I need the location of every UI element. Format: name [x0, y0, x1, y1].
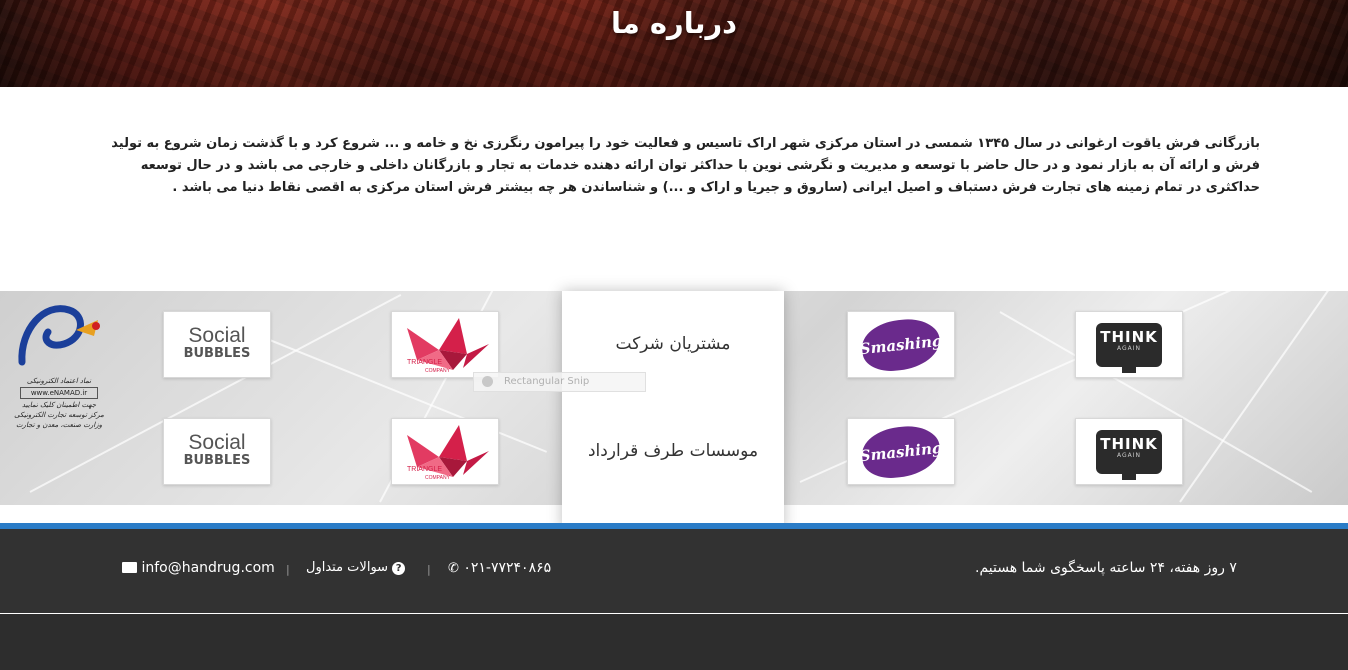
enamad-line1: نماد اعتماد الکترونیکی	[26, 377, 92, 385]
logo-triangle-2[interactable]: TRIANGLE COMPANY	[391, 418, 499, 485]
footer-bottom	[0, 614, 1348, 670]
logo-triangle-1[interactable]: TRIANGLE COMPANY	[391, 311, 499, 378]
again-word: AGAIN	[1116, 344, 1141, 352]
snip-label: Rectangular Snip	[504, 376, 590, 387]
partners-center-panel: مشتریان شرکت موسسات طرف قرارداد	[562, 291, 784, 531]
page-title: درباره ما	[610, 6, 738, 40]
logo-social-bubbles-2[interactable]: Social BUBBLES	[163, 418, 271, 485]
header-banner: درباره ما	[0, 0, 1348, 87]
contractors-heading: موسسات طرف قرارداد	[587, 441, 759, 461]
faq-link[interactable]: ? سوالات متداول	[306, 560, 406, 575]
logo-smashing-2[interactable]: Smashing	[847, 418, 955, 485]
email-link[interactable]: info@handrug.com	[122, 560, 275, 576]
logo-social-bubbles-1[interactable]: Social BUBBLES	[163, 311, 271, 378]
smashing-word: Smashing	[858, 438, 944, 465]
enamad-line2: جهت اطمینان کلیک نمایید	[21, 401, 97, 409]
company-word: COMPANY	[425, 475, 451, 481]
triangle-word: TRIANGLE	[407, 359, 442, 366]
enamad-line4: وزارت صنعت، معدن و تجارت	[15, 421, 103, 429]
footer-contact-bar: ۷ روز هفته، ۲۴ ساعته پاسخگوی شما هستیم. …	[0, 529, 1348, 613]
phone-number: ۰۲۱-۷۷۲۴۰۸۶۵	[463, 560, 552, 576]
company-word: COMPANY	[425, 368, 451, 374]
logo-think-again-2[interactable]: THINK AGAIN	[1075, 418, 1183, 485]
customers-heading: مشتریان شرکت	[615, 334, 731, 354]
enamad-logo-icon	[18, 305, 100, 366]
faq-label: سوالات متداول	[306, 560, 389, 575]
social-word: Social	[188, 430, 246, 454]
phone-icon: ✆	[448, 561, 459, 576]
separator: |	[427, 563, 431, 576]
bubbles-word: BUBBLES	[183, 452, 251, 468]
think-word: THINK	[1100, 434, 1158, 453]
snip-icon	[482, 376, 493, 387]
bubbles-word: BUBBLES	[183, 345, 251, 361]
phone-link[interactable]: ✆ ۰۲۱-۷۷۲۴۰۸۶۵	[448, 560, 551, 576]
separator: |	[286, 563, 290, 576]
email-address: info@handrug.com	[141, 560, 275, 576]
triangle-logo-icon: TRIANGLE COMPANY	[407, 317, 489, 374]
enamad-badge[interactable]: نماد اعتماد الکترونیکی www.eNAMAD.ir جهت…	[14, 300, 104, 440]
support-hours-text: ۷ روز هفته، ۲۴ ساعته پاسخگوی شما هستیم.	[975, 560, 1237, 576]
rectangular-snip-overlay[interactable]: Rectangular Snip	[473, 372, 646, 392]
logo-smashing-1[interactable]: Smashing	[847, 311, 955, 378]
question-icon: ?	[392, 562, 406, 575]
logo-think-again-1[interactable]: THINK AGAIN	[1075, 311, 1183, 378]
smashing-word: Smashing	[858, 331, 944, 358]
again-word: AGAIN	[1116, 451, 1141, 459]
enamad-line3: مرکز توسعه تجارت الکترونیکی	[14, 411, 104, 419]
social-word: Social	[188, 323, 246, 347]
envelope-icon	[122, 562, 137, 573]
triangle-word: TRIANGLE	[407, 466, 442, 473]
think-word: THINK	[1100, 327, 1158, 346]
triangle-logo-icon: TRIANGLE COMPANY	[407, 424, 489, 481]
about-text: بازرگانی فرش یاقوت ارغوانی در سال ۱۳۴۵ ش…	[111, 136, 1260, 195]
enamad-url: www.eNAMAD.ir	[20, 387, 98, 399]
